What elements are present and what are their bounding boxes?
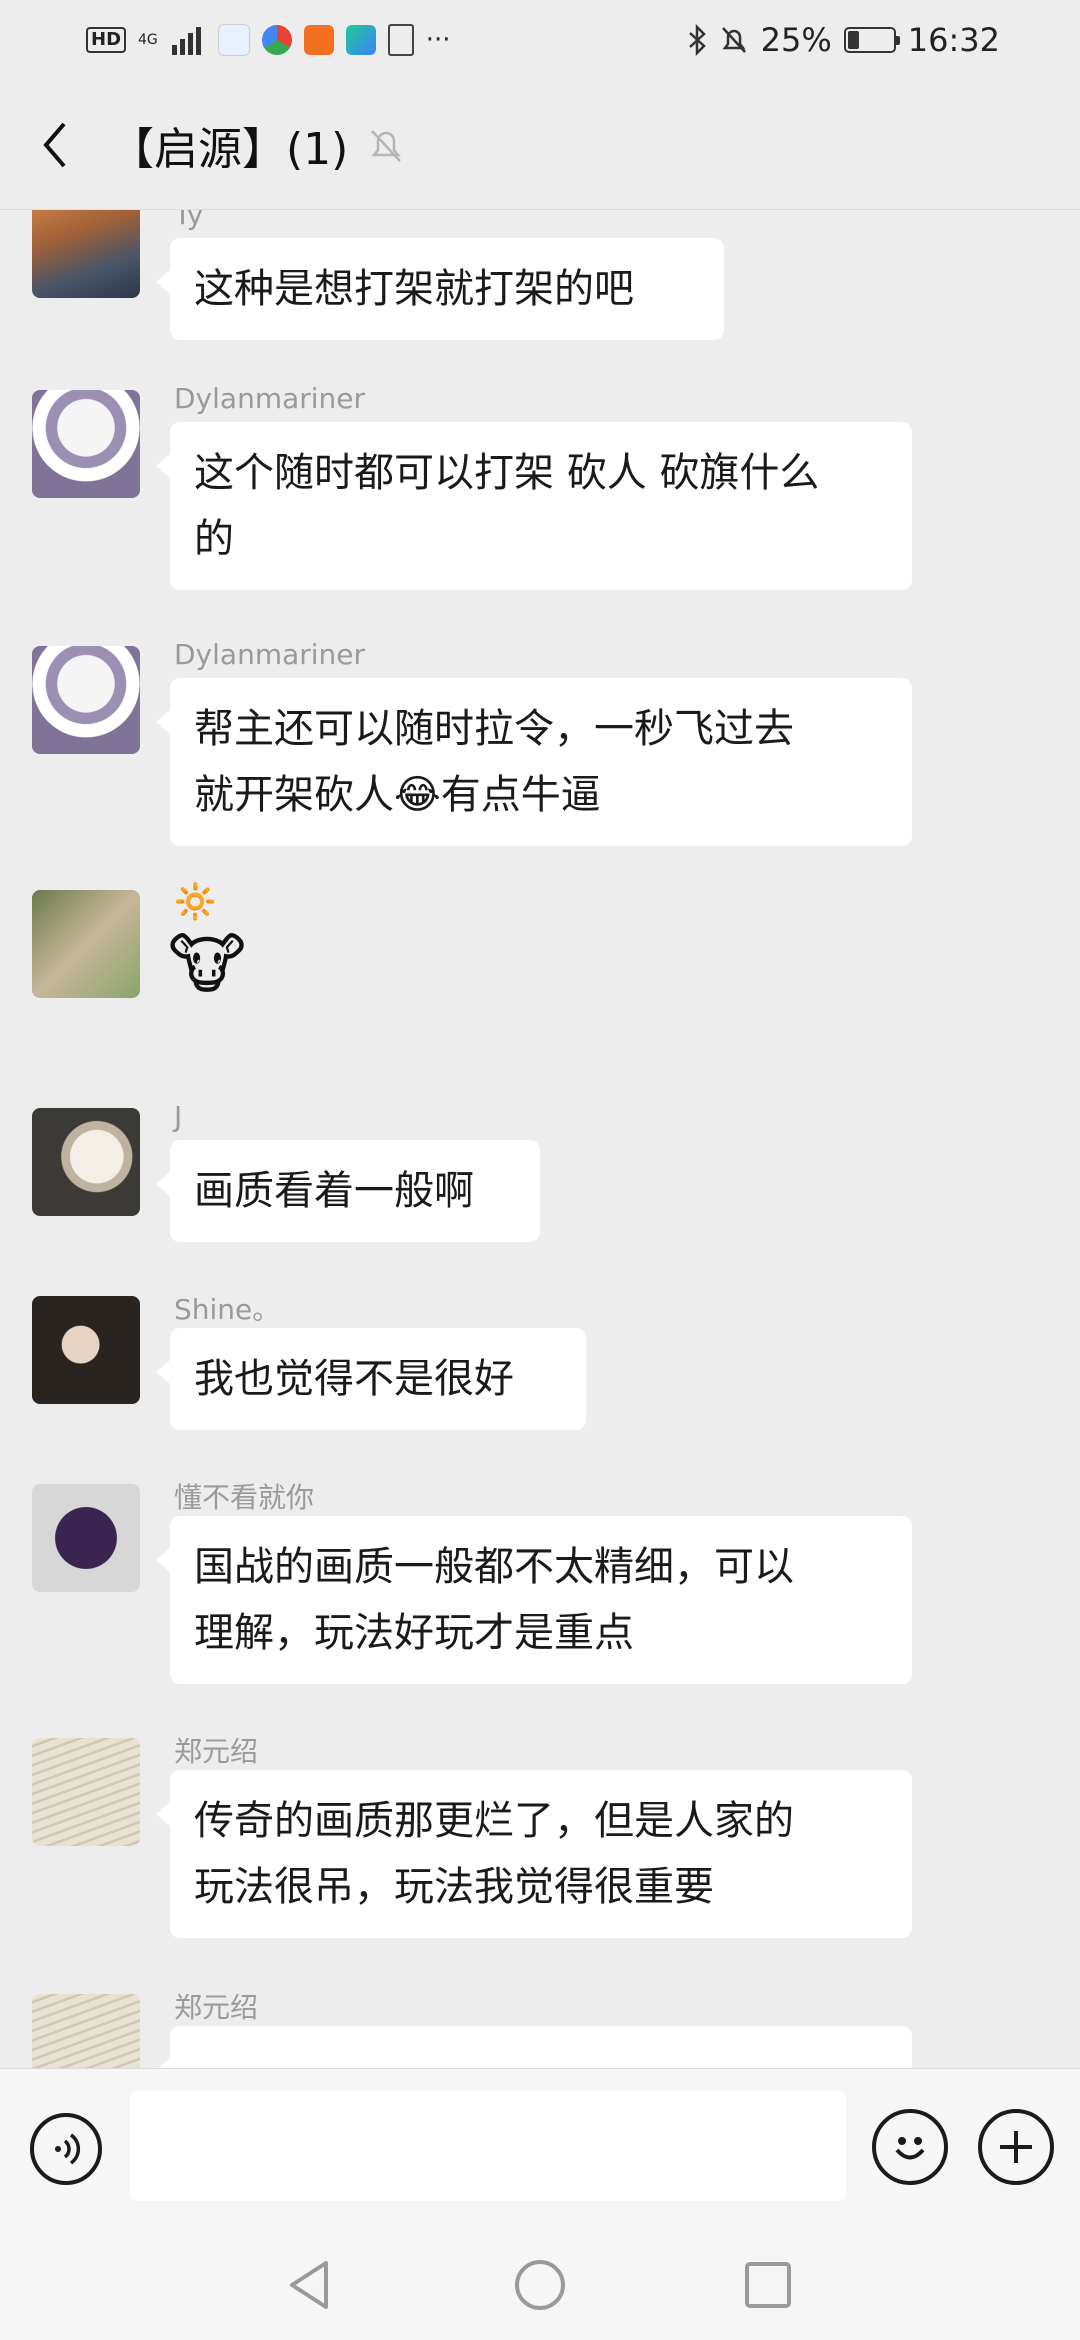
battery-percent: 25%	[760, 21, 832, 59]
status-bar: HD 4G ··· 25% 16:32	[0, 0, 1080, 80]
chevron-left-icon	[43, 122, 66, 167]
map-app-icon	[217, 24, 250, 56]
message-bubble[interactable]: 传奇的画质那更烂了，但是人家的 玩法很吊，玩法我觉得很重要	[156, 1770, 912, 1938]
circle-home-icon[interactable]	[510, 2255, 570, 2315]
cow-emoji[interactable]: 🐮	[168, 926, 246, 1003]
battery-icon	[843, 27, 900, 53]
hd-badge: HD	[86, 27, 127, 53]
chat-title[interactable]: 【启源】(1)	[110, 113, 348, 177]
sender-name: 🔆	[174, 882, 217, 922]
emoji-button[interactable]	[872, 2109, 948, 2185]
bell-off-icon	[371, 129, 402, 162]
clock: 16:32	[907, 21, 1000, 59]
more-notifications: ···	[425, 25, 451, 55]
plus-icon	[1000, 2131, 1032, 2163]
message-input[interactable]	[130, 2091, 846, 2201]
network-type: 4G	[138, 32, 158, 48]
message-bubble[interactable]: 我也觉得不是很好	[156, 1328, 586, 1430]
avatar[interactable]	[32, 390, 140, 498]
message-list[interactable]: Ty 这种是想打架就打架的吧 Dylanmariner 这个随时都可以打架 砍人…	[0, 210, 1080, 2068]
more-button[interactable]	[978, 2109, 1054, 2185]
status-right: 25% 16:32	[687, 21, 1000, 59]
message-bubble[interactable]	[156, 2026, 912, 2068]
browser-app-icon	[261, 25, 292, 55]
message-bubble[interactable]: 国战的画质一般都不太精细，可以 理解，玩法好玩才是重点	[156, 1516, 912, 1684]
message-bubble[interactable]: 这种是想打架就打架的吧	[156, 238, 724, 340]
battery-fill	[847, 31, 859, 49]
game-app-icon	[303, 25, 334, 55]
chat-header: 【启源】(1)	[0, 80, 1080, 210]
sender-name: 郑元绍	[174, 1735, 259, 1768]
upload-app-icon	[387, 24, 414, 56]
input-bar	[0, 2068, 1080, 2230]
back-button[interactable]	[0, 80, 110, 210]
message-bubble[interactable]: 帮主还可以随时拉令，一秒飞过去 就开架砍人😂有点牛逼	[156, 678, 912, 846]
voice-icon	[55, 2133, 81, 2165]
avatar[interactable]	[32, 1108, 140, 1216]
avatar[interactable]	[32, 1994, 140, 2068]
sender-name: Ty	[174, 210, 204, 231]
video-app-icon	[345, 25, 376, 55]
status-left: HD 4G ···	[86, 24, 451, 56]
sender-name: J	[174, 1100, 183, 1133]
system-nav-bar	[0, 2230, 1080, 2340]
bluetooth-icon	[688, 24, 706, 56]
smiley-icon	[895, 2137, 925, 2160]
avatar[interactable]	[32, 1484, 140, 1592]
sender-name: Dylanmariner	[174, 638, 366, 671]
avatar[interactable]	[32, 646, 140, 754]
bell-off-status-icon	[721, 27, 746, 53]
triangle-back-icon[interactable]	[282, 2255, 342, 2315]
sender-name: Dylanmariner	[174, 382, 366, 415]
sender-name: Shine。	[174, 1293, 281, 1326]
avatar[interactable]	[32, 210, 140, 298]
signal-icon	[171, 27, 201, 55]
avatar[interactable]	[32, 1738, 140, 1846]
sender-name: 郑元绍	[174, 1991, 259, 2024]
message-bubble[interactable]: 画质看着一般啊	[156, 1140, 540, 1242]
avatar[interactable]	[32, 890, 140, 998]
message-bubble[interactable]: 这个随时都可以打架 砍人 砍旗什么 的	[156, 422, 912, 590]
sender-name: 懂不看就你	[174, 1481, 315, 1514]
voice-button[interactable]	[30, 2113, 102, 2185]
avatar[interactable]	[32, 1296, 140, 1404]
square-recent-icon[interactable]	[738, 2255, 798, 2315]
